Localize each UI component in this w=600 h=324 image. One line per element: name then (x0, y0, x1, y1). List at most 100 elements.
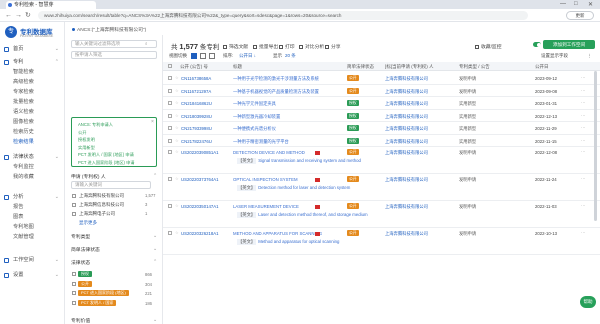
query-box-close-icon[interactable]: × (151, 119, 154, 125)
row-star-icon[interactable]: ☆ (175, 230, 179, 235)
legal-status-tag[interactable]: PCT 进入国家阶段 (地区) (78, 290, 129, 296)
row-star-icon[interactable]: ☆ (175, 125, 179, 130)
patent-number-link[interactable]: CN217933998U (181, 126, 212, 131)
applicant-section-title[interactable]: 申请 (专利权) 人 ⌃ (71, 173, 157, 180)
sidebar-item[interactable]: ⌄ 设置 (0, 270, 64, 280)
patent-number-link[interactable]: US20220390851A1 (181, 150, 219, 155)
patent-number-link[interactable]: CN218416862U (181, 101, 212, 106)
update-button[interactable]: 更新 (566, 11, 594, 20)
applicant-name[interactable]: 上海奔腾电子公司 (79, 211, 115, 217)
legal-status-checkbox[interactable] (72, 300, 76, 305)
filter-search-icon[interactable]: ⌕ (145, 41, 148, 46)
patent-title-link[interactable]: OPTICAL INSPECTION SYSTEM (233, 177, 298, 182)
sidebar-item[interactable]: 文献管理 (0, 232, 64, 242)
legal-status-checkbox[interactable] (72, 291, 76, 295)
applicant-link[interactable]: 上海奔腾科技有限公司 (385, 89, 428, 95)
sidebar-item[interactable]: ⌄ 法律状态 (0, 152, 64, 162)
patent-title-link[interactable]: 一种新型激光器冷却装置 (233, 114, 280, 120)
url-input[interactable]: www.zhihuiya.com/search/result/table?q=A… (38, 11, 528, 20)
col-date[interactable]: 公开日 (535, 64, 549, 70)
patent-number-link[interactable]: CN217822476U (181, 139, 212, 144)
row-more-icon[interactable]: ⋯ (581, 125, 585, 131)
table-row[interactable]: ☆ CN116721297A 一种基于机器视觉的产品质量检测方法及装置 公开 上海奔腾科… (163, 85, 600, 97)
table-row[interactable]: ☆ US20220350147A1 LASER MEASUREMENT DEVICE… (163, 201, 600, 228)
row-checkbox[interactable] (168, 76, 172, 80)
patent-number-link[interactable]: US20220350147A1 (181, 204, 219, 209)
legal-status-tag[interactable]: 授权 (78, 271, 92, 277)
translated-title-text[interactable]: Signal transmission and receiving system… (258, 158, 361, 163)
sidebar-item[interactable]: ⌄ 分析 (0, 192, 64, 202)
col-type[interactable]: 专利类型 / 公告 (459, 64, 490, 70)
applicant-link[interactable]: 上海奔腾科技有限公司 (385, 139, 428, 145)
patent-number-link[interactable]: CN218039928U (181, 114, 212, 119)
applicant-link[interactable]: 上海奔腾科技有限公司 (385, 126, 428, 132)
toolbar-button[interactable]: 对比分析 (299, 43, 324, 50)
sort-select[interactable]: 公开日 ↓ (239, 53, 256, 59)
patent-title-link[interactable]: METHOD AND APPARATUS FOR SCANNING (233, 231, 322, 236)
table-scrollbar[interactable] (594, 71, 597, 221)
back-icon[interactable]: ← (5, 12, 12, 19)
legal-status-checkbox[interactable] (72, 281, 76, 286)
applicant-link[interactable]: 上海奔腾科技有限公司 (385, 76, 428, 82)
sidebar-item[interactable]: 图像检索 (0, 117, 64, 127)
row-star-icon[interactable]: ☆ (175, 176, 179, 181)
sidebar-item[interactable]: 语义检索 (0, 107, 64, 117)
legal-status-tag[interactable]: PCT 发明人 / 国家 (78, 299, 117, 306)
forward-icon[interactable]: → (15, 12, 22, 19)
row-checkbox[interactable] (168, 177, 172, 181)
row-more-icon[interactable]: ⋯ (581, 149, 585, 155)
sidebar-item[interactable]: ⌄ 工作空间 (0, 255, 64, 265)
applicant-search-input[interactable]: 请输入关键词 (71, 181, 151, 189)
row-checkbox[interactable] (168, 101, 172, 105)
filter-section-title[interactable]: 简单法律状态 ⌄ (71, 246, 157, 253)
sidebar-item[interactable]: 高级检索 (0, 77, 64, 87)
sidebar-item[interactable]: 检索结果 (0, 137, 64, 147)
patent-title-link[interactable]: 一种用于精密测量的光学平台 (233, 139, 289, 145)
row-more-icon[interactable]: ⋯ (581, 230, 585, 236)
patent-number-link[interactable]: US20220373764A1 (181, 177, 219, 182)
applicant-checkbox[interactable] (72, 194, 76, 198)
patent-number-link[interactable]: CN116721297A (181, 89, 211, 94)
table-row[interactable]: ☆ CN116738658A 一种用于光学检测的激光干涉测量方法及系统 公开 上海奔腾科… (163, 72, 600, 85)
patent-number-link[interactable]: US20220326218A1 (181, 231, 219, 236)
row-checkbox[interactable] (168, 88, 172, 93)
sidebar-item[interactable]: 专利地图 (0, 222, 64, 232)
sidebar-item[interactable]: 图表 (0, 212, 64, 222)
sidebar-item[interactable]: 智能检索 (0, 67, 64, 77)
sidebar-item[interactable]: 检索历史 (0, 127, 64, 137)
row-checkbox[interactable] (168, 231, 172, 235)
translated-title-text[interactable]: Laser and detection method thereof, and … (258, 212, 367, 217)
table-view-icon[interactable] (191, 53, 197, 59)
row-more-icon[interactable]: ⋯ (581, 75, 585, 81)
applicant-name[interactable]: 显示更多 (79, 220, 97, 226)
add-to-workspace-button[interactable]: 添加到工作空间 (543, 40, 595, 49)
row-checkbox[interactable] (168, 204, 172, 208)
table-row[interactable]: ☆ US20220326218A1 METHOD AND APPARATUS FOR… (163, 228, 600, 255)
row-more-icon[interactable]: ⋯ (581, 100, 585, 106)
maximize-icon[interactable]: □ (574, 1, 578, 7)
list-view-icon[interactable] (200, 53, 206, 59)
select-all-checkbox[interactable] (168, 64, 172, 68)
row-checkbox[interactable] (168, 113, 172, 118)
row-more-icon[interactable]: ⋯ (581, 176, 585, 182)
filter-sort-input[interactable]: 按申请人筛选 (71, 51, 157, 59)
sidebar-item[interactable]: ⌄ 首页 (0, 44, 64, 54)
applicant-checkbox[interactable] (72, 212, 76, 216)
row-star-icon[interactable]: ☆ (175, 203, 179, 208)
toolbar-button[interactable]: 批量导出 (253, 43, 278, 50)
toolbar-button[interactable]: 分享 (325, 43, 341, 50)
patent-number-link[interactable]: CN116738658A (181, 76, 211, 81)
patent-title-link[interactable]: DETECTION DEVICE AND METHOD (233, 150, 305, 155)
applicant-name[interactable]: 上海奔腾科技有限公司 (79, 193, 124, 199)
minimize-icon[interactable]: — (560, 1, 566, 7)
view-toggle[interactable] (533, 42, 541, 47)
applicant-link[interactable]: 上海奔腾科技有限公司 (385, 101, 428, 107)
help-button[interactable]: 帮助 (580, 296, 596, 308)
table-row[interactable]: ☆ CN217822476U 一种用于精密测量的光学平台 授权 上海奔腾科技有限公司 实用… (163, 135, 600, 147)
applicant-link[interactable]: 上海奔腾科技有限公司 (385, 114, 428, 120)
applicant-link[interactable]: 上海奔腾科技有限公司 (385, 231, 428, 237)
collect-monitor-button[interactable]: 收藏/监控 (475, 43, 502, 50)
filter-section-title[interactable]: 法律状态 ⌃ (71, 259, 157, 266)
browser-tab[interactable]: 专利检索 - 智慧芽 (6, 1, 96, 9)
sidebar-item[interactable]: 报告 (0, 202, 64, 212)
